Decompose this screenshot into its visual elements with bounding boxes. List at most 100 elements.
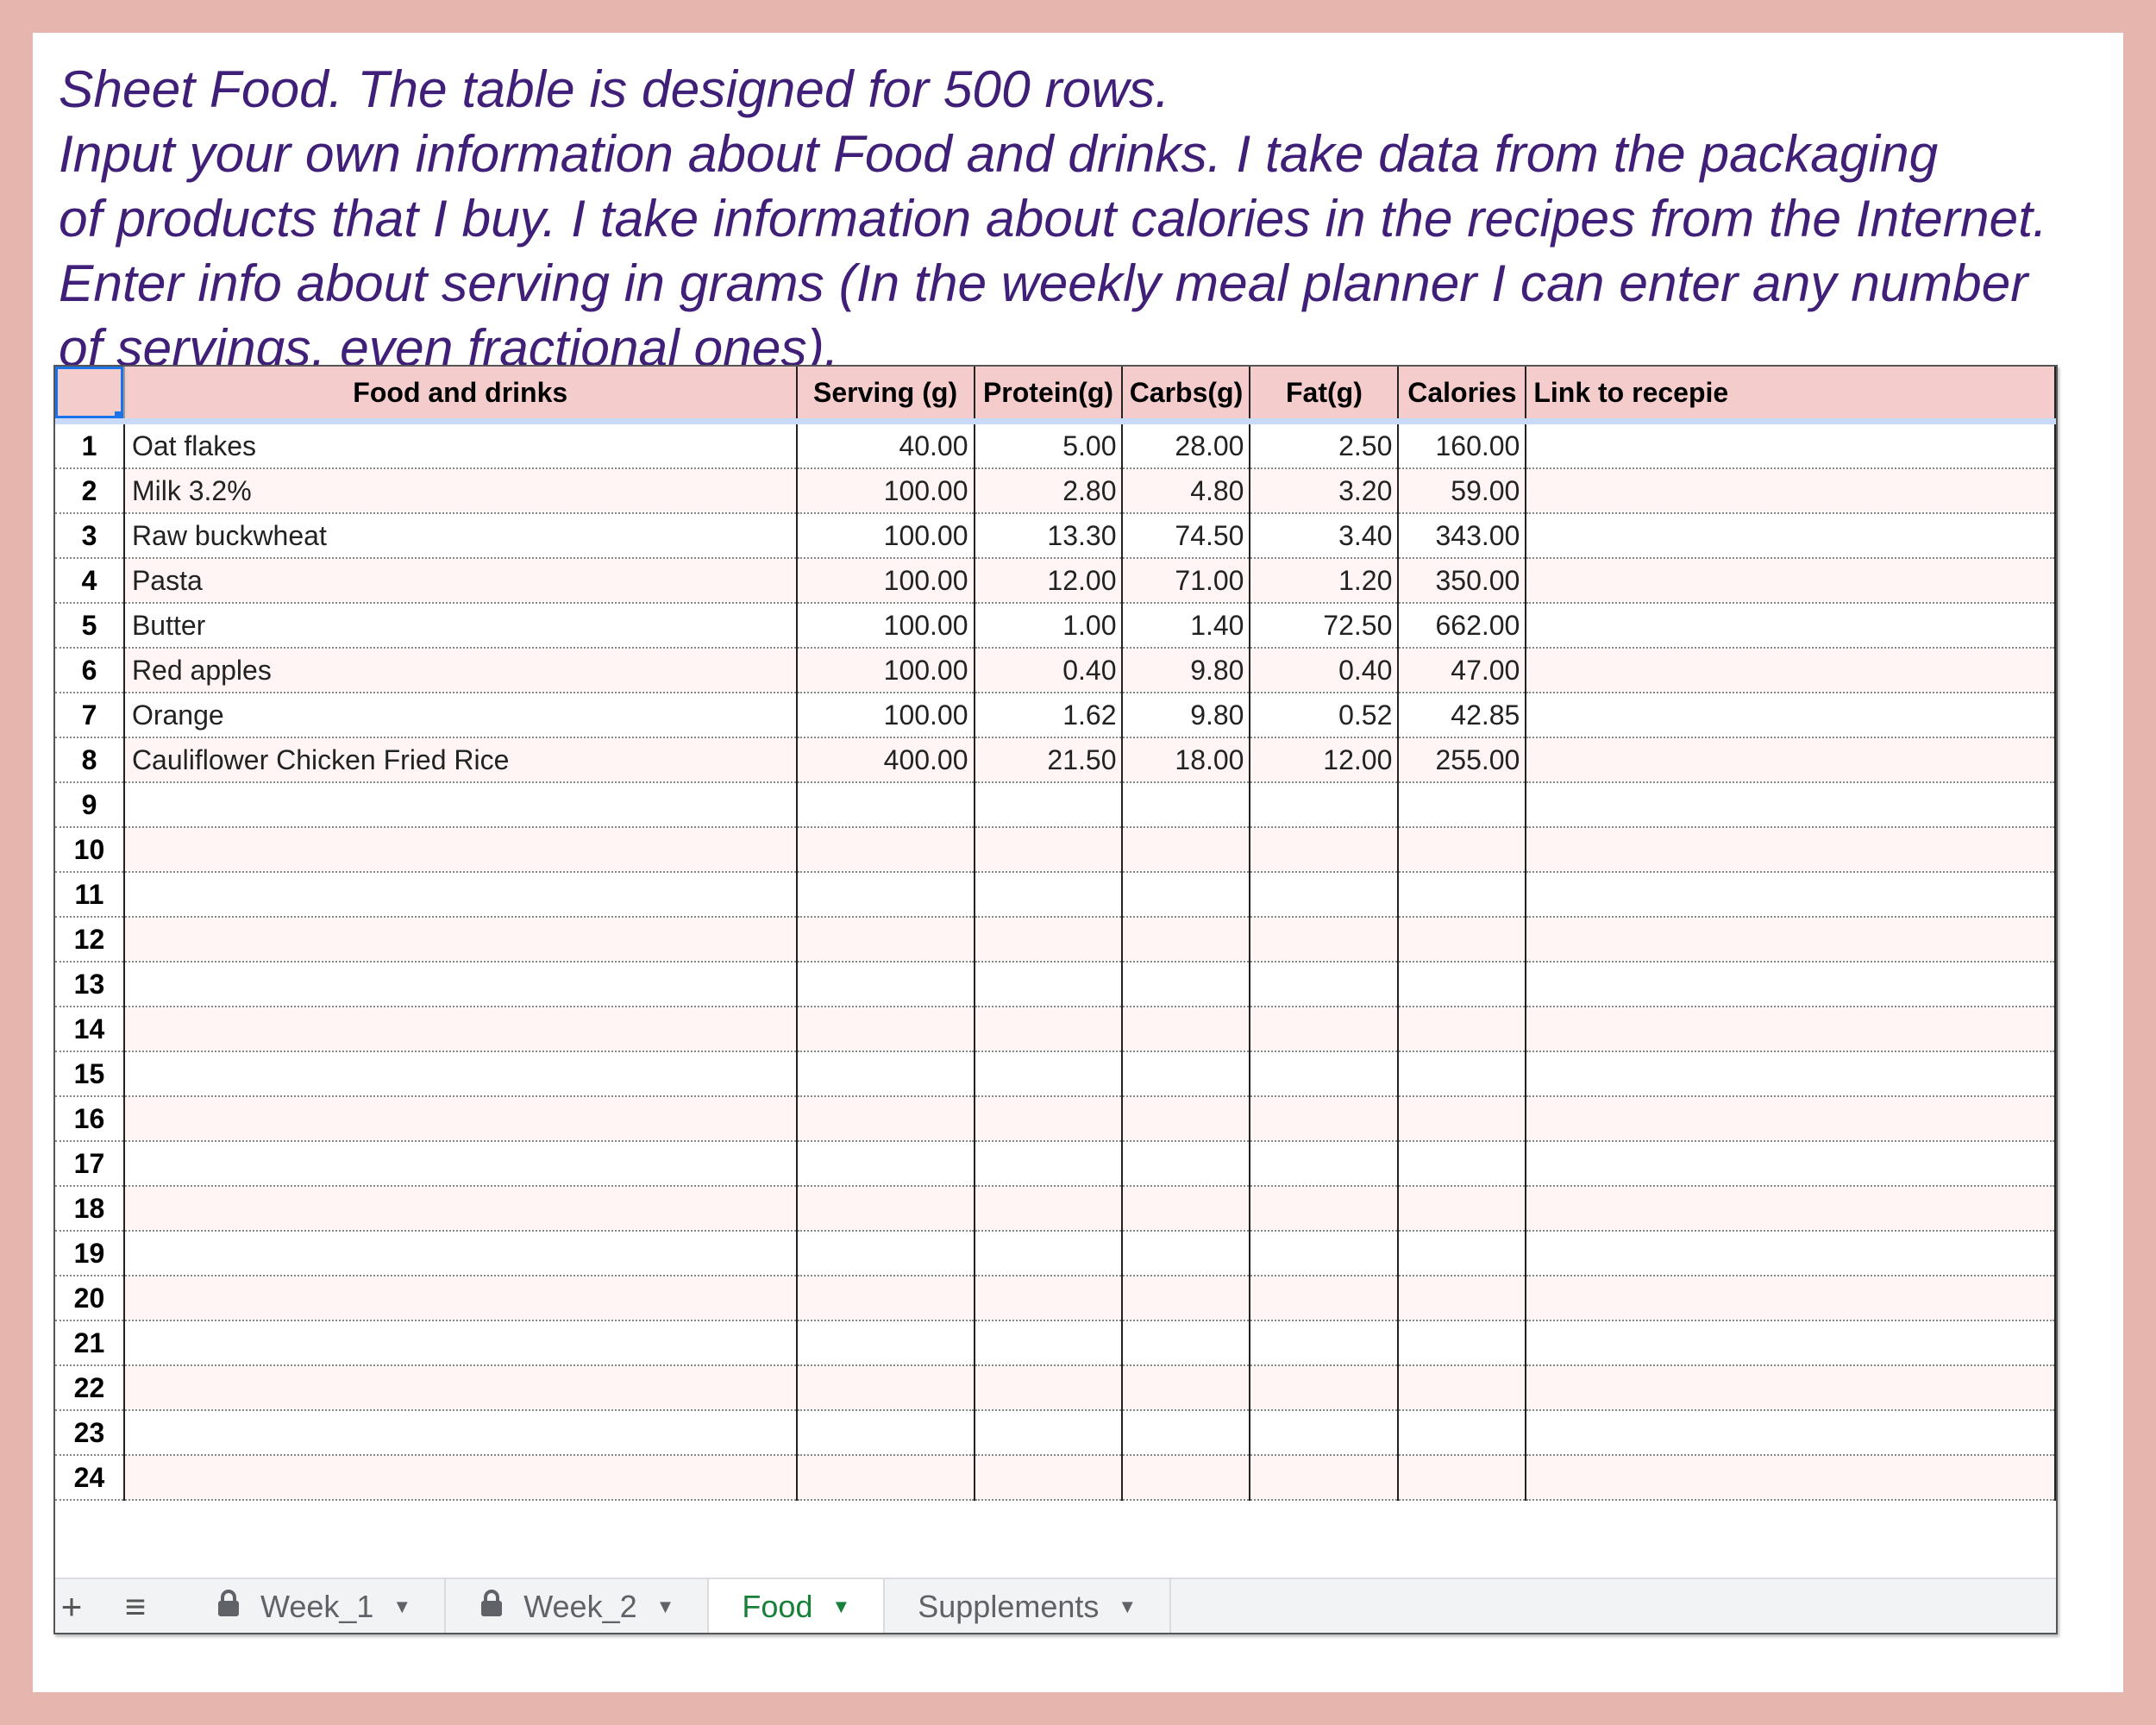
cell-link[interactable] xyxy=(1526,1096,2056,1142)
cell-protein[interactable] xyxy=(974,1007,1124,1052)
cell-fat[interactable] xyxy=(1250,827,1400,873)
cell-calories[interactable] xyxy=(1398,872,1527,918)
cell-food[interactable]: Raw buckwheat xyxy=(123,513,798,559)
cell-serving[interactable]: 100.00 xyxy=(796,558,975,604)
cell-link[interactable] xyxy=(1526,558,2056,604)
cell-carbs[interactable]: 28.00 xyxy=(1122,421,1251,469)
cell-link[interactable] xyxy=(1526,421,2056,469)
row-number[interactable]: 1 xyxy=(55,421,125,469)
cell-serving[interactable] xyxy=(796,1365,975,1411)
cell-link[interactable] xyxy=(1526,1051,2056,1097)
header-fat[interactable]: Fat(g) xyxy=(1250,367,1400,424)
cell-food[interactable]: Milk 3.2% xyxy=(123,468,798,514)
cell-serving[interactable] xyxy=(796,782,975,828)
cell-serving[interactable] xyxy=(796,827,975,873)
cell-calories[interactable]: 47.00 xyxy=(1398,648,1527,693)
cell-fat[interactable] xyxy=(1250,1410,1400,1456)
cell-food[interactable] xyxy=(123,1276,798,1321)
cell-link[interactable] xyxy=(1526,917,2056,963)
cell-food[interactable] xyxy=(123,962,798,1007)
cell-serving[interactable] xyxy=(796,1276,975,1321)
cell-fat[interactable] xyxy=(1250,962,1400,1007)
cell-link[interactable] xyxy=(1526,962,2056,1007)
cell-calories[interactable] xyxy=(1398,1007,1527,1052)
cell-carbs[interactable] xyxy=(1122,1276,1251,1321)
cell-protein[interactable] xyxy=(974,1096,1124,1142)
cell-food[interactable] xyxy=(123,1320,798,1366)
cell-carbs[interactable]: 9.80 xyxy=(1122,693,1251,738)
cell-fat[interactable]: 3.40 xyxy=(1250,513,1400,559)
cell-food[interactable] xyxy=(123,1231,798,1276)
cell-serving[interactable]: 400.00 xyxy=(796,737,975,783)
row-number[interactable]: 8 xyxy=(55,737,125,783)
cell-carbs[interactable] xyxy=(1122,1231,1251,1276)
cell-calories[interactable] xyxy=(1398,1365,1527,1411)
cell-calories[interactable]: 662.00 xyxy=(1398,603,1527,649)
cell-carbs[interactable]: 4.80 xyxy=(1122,468,1251,514)
header-link[interactable]: Link to recepie xyxy=(1526,367,2056,424)
cell-carbs[interactable] xyxy=(1122,917,1251,963)
cell-food[interactable] xyxy=(123,872,798,918)
cell-food[interactable]: Red apples xyxy=(123,648,798,693)
cell-calories[interactable] xyxy=(1398,782,1527,828)
cell-carbs[interactable] xyxy=(1122,1186,1251,1232)
cell-link[interactable] xyxy=(1526,603,2056,649)
cell-carbs[interactable]: 74.50 xyxy=(1122,513,1251,559)
header-protein[interactable]: Protein(g) xyxy=(974,367,1124,424)
cell-calories[interactable] xyxy=(1398,1051,1527,1097)
cell-carbs[interactable] xyxy=(1122,782,1251,828)
cell-fat[interactable] xyxy=(1250,1231,1400,1276)
cell-link[interactable] xyxy=(1526,1365,2056,1411)
tab-supplements[interactable]: Supplements ▼ xyxy=(885,1579,1172,1633)
cell-serving[interactable]: 100.00 xyxy=(796,693,975,738)
cell-food[interactable] xyxy=(123,1365,798,1411)
cell-food[interactable] xyxy=(123,1186,798,1232)
cell-link[interactable] xyxy=(1526,1320,2056,1366)
cell-food[interactable] xyxy=(123,1455,798,1501)
cell-protein[interactable] xyxy=(974,917,1124,963)
cell-serving[interactable] xyxy=(796,1096,975,1142)
cell-serving[interactable] xyxy=(796,1007,975,1052)
cell-serving[interactable] xyxy=(796,1410,975,1456)
cell-protein[interactable]: 12.00 xyxy=(974,558,1124,604)
cell-calories[interactable]: 343.00 xyxy=(1398,513,1527,559)
cell-calories[interactable] xyxy=(1398,1276,1527,1321)
cell-fat[interactable] xyxy=(1250,1051,1400,1097)
add-sheet-icon[interactable]: + xyxy=(55,1579,88,1633)
cell-carbs[interactable] xyxy=(1122,1455,1251,1501)
cell-carbs[interactable] xyxy=(1122,1141,1251,1187)
cell-carbs[interactable] xyxy=(1122,1365,1251,1411)
cell-calories[interactable]: 59.00 xyxy=(1398,468,1527,514)
tab-week-1[interactable]: Week_1 ▼ xyxy=(183,1579,447,1633)
cell-link[interactable] xyxy=(1526,827,2056,873)
row-number[interactable]: 5 xyxy=(55,603,125,649)
row-number[interactable]: 11 xyxy=(55,872,125,918)
cell-link[interactable] xyxy=(1526,648,2056,693)
cell-protein[interactable] xyxy=(974,782,1124,828)
row-number[interactable]: 23 xyxy=(55,1410,125,1456)
cell-calories[interactable] xyxy=(1398,917,1527,963)
cell-calories[interactable]: 350.00 xyxy=(1398,558,1527,604)
cell-carbs[interactable] xyxy=(1122,827,1251,873)
cell-carbs[interactable] xyxy=(1122,1007,1251,1052)
tab-week-2[interactable]: Week_2 ▼ xyxy=(446,1579,710,1633)
cell-calories[interactable] xyxy=(1398,1320,1527,1366)
cell-food[interactable] xyxy=(123,782,798,828)
cell-serving[interactable] xyxy=(796,917,975,963)
cell-food[interactable] xyxy=(123,1007,798,1052)
header-food[interactable]: Food and drinks xyxy=(123,367,798,424)
cell-fat[interactable] xyxy=(1250,1186,1400,1232)
cell-link[interactable] xyxy=(1526,1186,2056,1232)
row-number[interactable]: 16 xyxy=(55,1096,125,1142)
cell-carbs[interactable] xyxy=(1122,1320,1251,1366)
cell-serving[interactable] xyxy=(796,1141,975,1187)
cell-fat[interactable] xyxy=(1250,917,1400,963)
cell-serving[interactable] xyxy=(796,1455,975,1501)
cell-link[interactable] xyxy=(1526,693,2056,738)
cell-food[interactable]: Cauliflower Chicken Fried Rice xyxy=(123,737,798,783)
cell-protein[interactable] xyxy=(974,1186,1124,1232)
cell-fat[interactable] xyxy=(1250,1141,1400,1187)
cell-carbs[interactable] xyxy=(1122,872,1251,918)
row-number[interactable]: 12 xyxy=(55,917,125,963)
cell-fat[interactable] xyxy=(1250,1320,1400,1366)
